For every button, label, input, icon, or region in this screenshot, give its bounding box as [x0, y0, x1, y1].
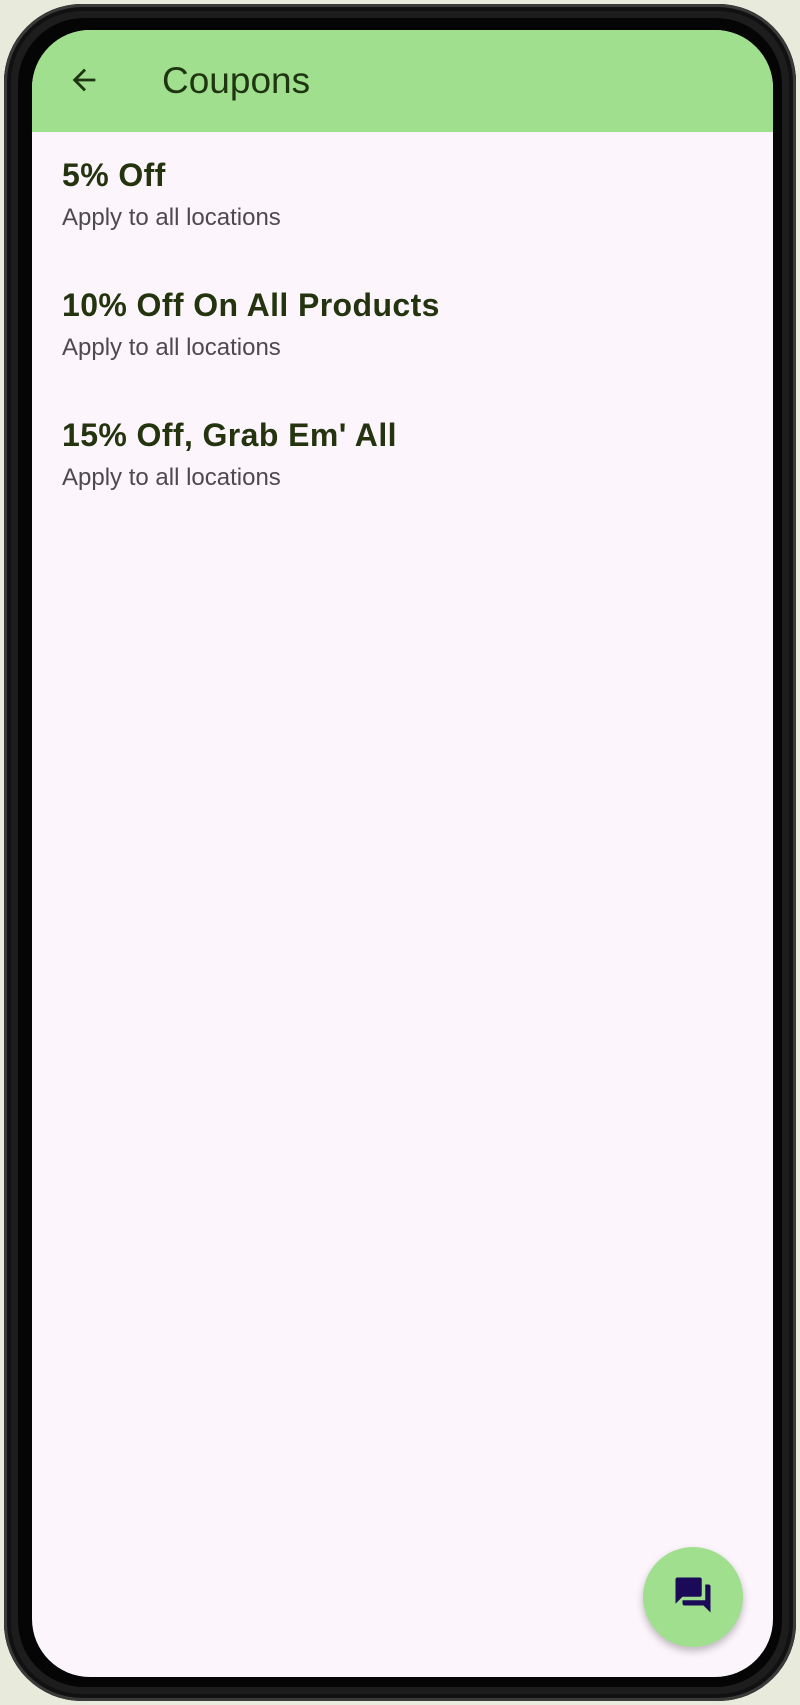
arrow-back-icon: [67, 63, 101, 102]
app-bar: Coupons: [32, 30, 773, 132]
coupon-item-5-off[interactable]: 5% Off Apply to all locations: [32, 147, 773, 277]
coupon-subtitle: Apply to all locations: [62, 204, 281, 231]
coupon-title: 15% Off, Grab Em' All: [62, 417, 397, 453]
coupon-subtitle: Apply to all locations: [62, 464, 281, 491]
page-title: Coupons: [162, 60, 311, 101]
chat-fab[interactable]: [643, 1547, 743, 1647]
coupon-item-10-off[interactable]: 10% Off On All Products Apply to all loc…: [32, 277, 773, 407]
coupon-subtitle: Apply to all locations: [62, 334, 281, 361]
coupon-list: 5% Off Apply to all locations 10% Off On…: [32, 147, 773, 537]
app-screen: Coupons 5% Off Apply to all locations 10…: [32, 30, 773, 1677]
coupon-item-15-off[interactable]: 15% Off, Grab Em' All Apply to all locat…: [32, 407, 773, 537]
back-button[interactable]: [56, 54, 112, 110]
coupon-title: 5% Off: [62, 157, 166, 193]
coupon-title: 10% Off On All Products: [62, 287, 440, 323]
chat-bubbles-icon: [672, 1574, 714, 1621]
